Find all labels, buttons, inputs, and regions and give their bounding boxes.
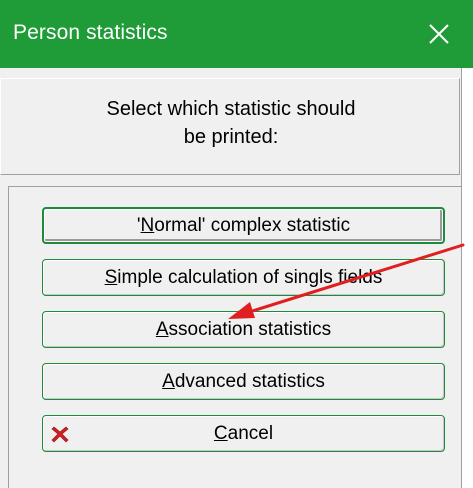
simple-button-label: imple calculation of singls fields — [117, 267, 383, 288]
normal-button-label: ormal' complex statistic — [154, 215, 351, 236]
normal-button-accel: N — [140, 215, 155, 236]
dialog-body: Select which statistic should be printed… — [0, 68, 461, 488]
association-button-label: ssociation statistics — [168, 319, 332, 340]
prompt-line-1: Select which statistic should — [106, 98, 356, 120]
cancel-button[interactable]: Cancel — [42, 415, 445, 452]
buttons-panel: 'Normal' complex statistic Simple calcul… — [8, 186, 461, 488]
simple-calculation-button[interactable]: Simple calculation of singls fields — [42, 259, 445, 296]
close-icon — [429, 24, 449, 44]
cancel-button-label: ancel — [227, 423, 274, 444]
advanced-statistics-button[interactable]: Advanced statistics — [42, 363, 445, 400]
window-right-edge — [461, 68, 473, 488]
red-x-icon — [51, 426, 69, 443]
simple-button-accel: S — [104, 267, 118, 288]
person-statistics-dialog: Person statistics Select which statistic… — [0, 0, 473, 488]
advanced-button-accel: A — [162, 371, 175, 392]
cancel-button-accel: C — [213, 423, 228, 444]
prompt-line-2: be printed: — [183, 126, 279, 148]
association-button-accel: A — [155, 319, 169, 340]
prompt-panel: Select which statistic should be printed… — [0, 78, 460, 175]
advanced-button-label: dvanced statistics — [174, 371, 325, 392]
title-bar: Person statistics — [0, 0, 473, 68]
window-title: Person statistics — [13, 21, 168, 44]
association-statistics-button[interactable]: Association statistics — [42, 311, 445, 348]
prompt-text: Select which statistic should be printed… — [1, 95, 461, 151]
close-button[interactable] — [405, 0, 473, 68]
normal-complex-statistic-button[interactable]: 'Normal' complex statistic — [42, 207, 445, 244]
